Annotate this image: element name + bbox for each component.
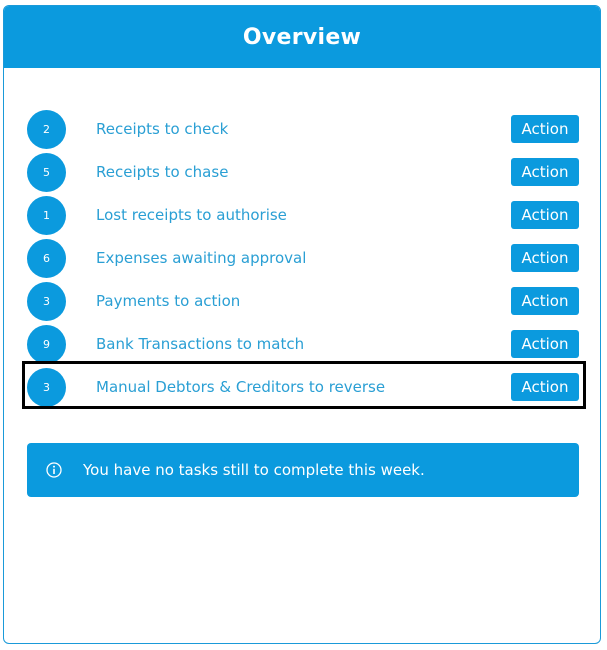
highlight-box xyxy=(22,361,586,409)
action-button[interactable]: Action xyxy=(511,330,579,358)
count-badge: 9 xyxy=(27,325,66,364)
count-badge: 6 xyxy=(27,239,66,278)
action-button[interactable]: Action xyxy=(511,115,579,143)
action-button[interactable]: Action xyxy=(511,158,579,186)
task-label: Payments to action xyxy=(96,292,241,310)
action-button[interactable]: Action xyxy=(511,201,579,229)
task-row-receipts-to-check: 2 Receipts to check Action xyxy=(4,109,600,149)
task-label: Receipts to chase xyxy=(96,163,229,181)
count-badge: 3 xyxy=(27,282,66,321)
task-row-receipts-to-chase: 5 Receipts to chase Action xyxy=(4,152,600,192)
task-label: Bank Transactions to match xyxy=(96,335,305,353)
overview-panel: Overview 2 Receipts to check Action 5 Re… xyxy=(3,5,601,644)
task-row-bank-transactions: 9 Bank Transactions to match Action xyxy=(4,324,600,364)
panel-header: Overview xyxy=(4,6,600,68)
task-label: Expenses awaiting approval xyxy=(96,249,307,267)
task-label: Receipts to check xyxy=(96,120,229,138)
task-row-payments-to-action: 3 Payments to action Action xyxy=(4,281,600,321)
count-badge: 1 xyxy=(27,196,66,235)
action-button[interactable]: Action xyxy=(511,244,579,272)
notice-banner: You have no tasks still to complete this… xyxy=(27,443,579,497)
notice-text: You have no tasks still to complete this… xyxy=(83,461,425,479)
count-badge: 5 xyxy=(27,153,66,192)
task-row-lost-receipts: 1 Lost receipts to authorise Action xyxy=(4,195,600,235)
panel-title: Overview xyxy=(242,24,362,50)
task-row-expenses-awaiting-approval: 6 Expenses awaiting approval Action xyxy=(4,238,600,278)
action-button[interactable]: Action xyxy=(511,287,579,315)
info-icon xyxy=(46,462,62,478)
task-label: Lost receipts to authorise xyxy=(96,206,287,224)
count-badge: 2 xyxy=(27,110,66,149)
